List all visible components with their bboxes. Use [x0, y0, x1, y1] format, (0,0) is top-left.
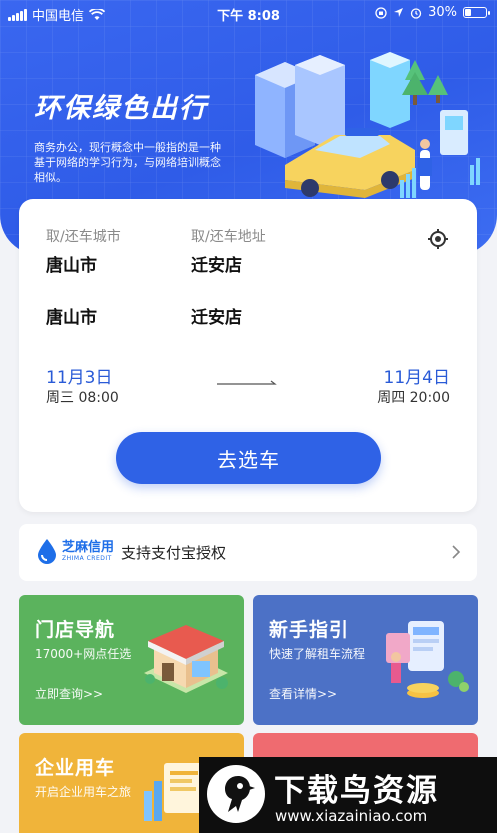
watermark-title: 下载鸟资源	[274, 773, 439, 809]
watermark-url: www.xiazainiao.com	[275, 807, 428, 825]
pickup-city-label: 取/还车城市	[46, 229, 121, 245]
zhima-credit-row[interactable]: 芝麻信用 ZHIMA CREDIT 支持支付宝授权	[19, 524, 477, 581]
tile-beginner-guide[interactable]: 新手指引 快速了解租车流程 查看详情>>	[253, 595, 478, 725]
locate-icon[interactable]	[427, 228, 449, 250]
date-range-arrow-icon	[217, 380, 277, 385]
tile-title: 门店导航	[35, 619, 116, 641]
return-store-value[interactable]: 迁安店	[191, 303, 242, 328]
tile-link[interactable]: 立即查询>>	[35, 685, 103, 702]
start-time[interactable]: 周三 08:00	[46, 387, 119, 407]
end-date[interactable]: 11月4日	[384, 363, 450, 388]
tile-title: 新手指引	[269, 619, 350, 641]
end-time[interactable]: 周四 20:00	[377, 387, 450, 407]
start-date[interactable]: 11月3日	[46, 363, 112, 388]
select-car-button[interactable]: 去选车	[116, 432, 381, 484]
orientation-lock-icon	[375, 6, 387, 19]
zhima-drop-icon	[38, 539, 56, 564]
city-car-illustration	[255, 52, 480, 198]
battery-icon	[463, 7, 490, 18]
tile-subtitle: 17000+网点任选	[35, 647, 132, 661]
hero-title: 环保绿色出行	[34, 93, 208, 124]
zhima-logo: 芝麻信用 ZHIMA CREDIT	[36, 538, 114, 564]
zhima-logo-text: 芝麻信用 ZHIMA CREDIT	[62, 540, 114, 563]
alarm-icon	[410, 7, 422, 19]
battery-percent: 30%	[428, 5, 457, 20]
tile-subtitle: 快速了解租车流程	[269, 647, 366, 661]
hero-description: 商务办公，现行概念中一般指的是一种基于网络的学习行为，与网络培训概念相似。	[34, 141, 221, 184]
watermark-bird-logo	[207, 765, 265, 823]
booking-card: 取/还车城市 取/还车地址 唐山市 迁安店 唐山市 迁安店 11月3日 周三 0…	[19, 199, 477, 512]
zhima-logo-cn: 芝麻信用	[62, 539, 115, 555]
status-bar-right: 30%	[375, 5, 490, 20]
guide-illustration	[386, 621, 469, 698]
pickup-city-value[interactable]: 唐山市	[46, 251, 97, 276]
return-city-value[interactable]: 唐山市	[46, 303, 97, 328]
store-illustration	[144, 625, 228, 693]
zhima-logo-en: ZHIMA CREDIT	[62, 554, 112, 562]
tile-title: 企业用车	[35, 757, 116, 779]
location-arrow-icon	[394, 8, 404, 17]
pickup-store-value[interactable]: 迁安店	[191, 251, 242, 276]
chevron-right-icon	[452, 545, 461, 559]
pickup-address-label: 取/还车地址	[191, 229, 266, 245]
tile-link[interactable]: 查看详情>>	[269, 685, 337, 702]
zhima-text: 支持支付宝授权	[121, 544, 227, 562]
bird-icon	[225, 776, 255, 812]
tile-store-navigation[interactable]: 门店导航 17000+网点任选 立即查询>>	[19, 595, 244, 725]
watermark-banner: 下载鸟资源 www.xiazainiao.com	[199, 757, 497, 833]
tile-subtitle: 开启企业用车之旅	[35, 785, 132, 799]
status-bar: 中国电信 下午 8:08 30%	[0, 0, 497, 26]
